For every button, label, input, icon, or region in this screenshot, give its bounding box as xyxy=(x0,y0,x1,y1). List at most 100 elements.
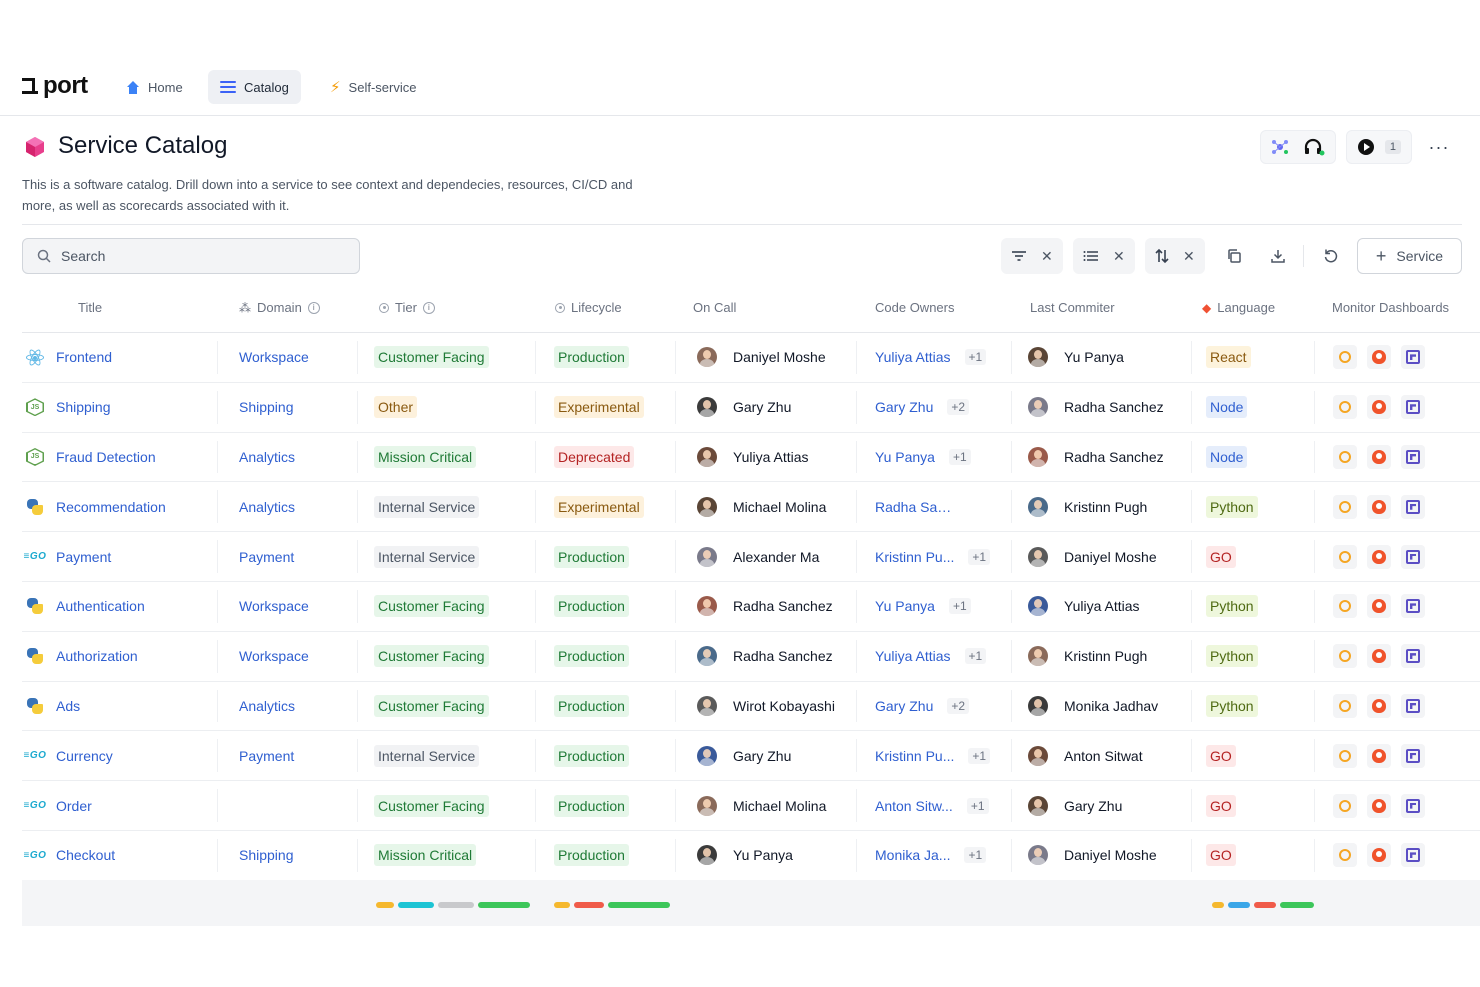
owner-link[interactable]: Yuliya Attias xyxy=(875,349,951,365)
grafana-dashboard-icon[interactable] xyxy=(1333,594,1357,619)
info-icon[interactable]: i xyxy=(307,301,320,314)
column-header-owners[interactable]: Code Owners xyxy=(859,283,1014,332)
datadog-dashboard-icon[interactable] xyxy=(1401,843,1425,868)
table-row[interactable]: Recommendation Analytics Internal Service E… xyxy=(22,482,1480,533)
clear-group-icon[interactable]: ✕ xyxy=(1113,248,1125,265)
nav-tab-home[interactable]: Home xyxy=(114,70,195,104)
datadog-dashboard-icon[interactable] xyxy=(1401,395,1425,420)
grafana-dashboard-icon[interactable] xyxy=(1333,494,1357,519)
clear-filter-icon[interactable]: ✕ xyxy=(1041,248,1053,265)
grafana-dashboard-icon[interactable] xyxy=(1333,395,1357,420)
owner-link[interactable]: Radha Sanchez xyxy=(875,499,957,515)
service-title-link[interactable]: Authorization xyxy=(56,648,138,664)
service-title-link[interactable]: Ads xyxy=(56,698,80,714)
datadog-dashboard-icon[interactable] xyxy=(1401,793,1425,818)
add-service-button[interactable]: + Service xyxy=(1357,238,1462,274)
service-title-link[interactable]: Payment xyxy=(56,549,111,565)
pagerduty-dashboard-icon[interactable] xyxy=(1367,843,1391,868)
domain-link[interactable]: Workspace xyxy=(239,598,309,614)
grafana-dashboard-icon[interactable] xyxy=(1333,345,1357,370)
service-title-link[interactable]: Authentication xyxy=(56,598,145,614)
more-owners-badge[interactable]: +1 xyxy=(968,747,991,764)
service-title-link[interactable]: Currency xyxy=(56,748,113,764)
port-logo[interactable]: port xyxy=(22,72,88,100)
table-row[interactable]: ≡GO Currency Payment Internal Service Produc… xyxy=(22,731,1480,782)
nav-tab-self-service[interactable]: ⚡ Self-service xyxy=(318,70,428,104)
copy-icon[interactable] xyxy=(1218,238,1250,274)
grafana-dashboard-icon[interactable] xyxy=(1333,644,1357,669)
column-header-monitors[interactable]: Monitor Dashboards xyxy=(1317,283,1477,332)
grafana-dashboard-icon[interactable] xyxy=(1333,544,1357,569)
table-row[interactable]: Ads Analytics Customer Facing Production Wir… xyxy=(22,682,1480,732)
owner-link[interactable]: Yu Panya xyxy=(875,449,935,465)
table-row[interactable]: Frontend Workspace Customer Facing Producti… xyxy=(22,333,1480,383)
filter-control[interactable]: ✕ xyxy=(1001,238,1063,274)
pagerduty-dashboard-icon[interactable] xyxy=(1367,494,1391,519)
runs-button[interactable]: 1 xyxy=(1345,130,1412,164)
pagerduty-dashboard-icon[interactable] xyxy=(1367,743,1391,768)
owner-link[interactable]: Monika Ja... xyxy=(875,847,950,863)
datadog-dashboard-icon[interactable] xyxy=(1401,444,1425,469)
service-title-link[interactable]: Frontend xyxy=(56,349,112,365)
grafana-dashboard-icon[interactable] xyxy=(1333,793,1357,818)
datadog-dashboard-icon[interactable] xyxy=(1401,594,1425,619)
more-owners-badge[interactable]: +1 xyxy=(948,598,971,615)
grafana-dashboard-icon[interactable] xyxy=(1333,693,1357,718)
service-title-link[interactable]: Order xyxy=(56,798,92,814)
column-header-domain[interactable]: ⁂ Domain i xyxy=(220,283,360,332)
column-header-title[interactable]: Title xyxy=(22,283,220,332)
service-title-link[interactable]: Recommendation xyxy=(56,499,166,515)
group-by-control[interactable]: ✕ xyxy=(1073,238,1135,274)
owner-link[interactable]: Anton Sitw... xyxy=(875,798,953,814)
datadog-dashboard-icon[interactable] xyxy=(1401,693,1425,718)
datadog-dashboard-icon[interactable] xyxy=(1401,743,1425,768)
more-options-icon[interactable]: ··· xyxy=(1422,130,1456,164)
pagerduty-dashboard-icon[interactable] xyxy=(1367,693,1391,718)
grafana-dashboard-icon[interactable] xyxy=(1333,743,1357,768)
more-owners-badge[interactable]: +1 xyxy=(966,797,989,814)
owner-link[interactable]: Gary Zhu xyxy=(875,698,933,714)
domain-link[interactable]: Workspace xyxy=(239,349,309,365)
more-owners-badge[interactable]: +1 xyxy=(964,349,987,366)
pagerduty-dashboard-icon[interactable] xyxy=(1367,793,1391,818)
service-title-link[interactable]: Shipping xyxy=(56,399,111,415)
refresh-icon[interactable] xyxy=(1315,238,1347,274)
pagerduty-dashboard-icon[interactable] xyxy=(1367,444,1391,469)
pagerduty-dashboard-icon[interactable] xyxy=(1367,594,1391,619)
table-row[interactable]: ≡GO Payment Payment Internal Service Product… xyxy=(22,532,1480,582)
search-input[interactable] xyxy=(61,248,331,264)
integrations-button[interactable] xyxy=(1259,130,1336,164)
clear-sort-icon[interactable]: ✕ xyxy=(1183,248,1195,265)
nav-tab-catalog[interactable]: Catalog xyxy=(208,70,301,104)
datadog-dashboard-icon[interactable] xyxy=(1401,544,1425,569)
table-row[interactable]: JS Shipping Shipping Other Experimental Gary … xyxy=(22,383,1480,433)
pagerduty-dashboard-icon[interactable] xyxy=(1367,395,1391,420)
domain-link[interactable]: Shipping xyxy=(239,399,294,415)
service-title-link[interactable]: Fraud Detection xyxy=(56,449,156,465)
table-row[interactable]: JS Fraud Detection Analytics Mission Critic… xyxy=(22,433,1480,483)
domain-link[interactable]: Analytics xyxy=(239,499,295,515)
more-owners-badge[interactable]: +1 xyxy=(964,648,987,665)
column-header-lifecycle[interactable]: Lifecycle xyxy=(538,283,678,332)
more-owners-badge[interactable]: +1 xyxy=(948,448,971,465)
search-box[interactable] xyxy=(22,238,360,274)
owner-link[interactable]: Gary Zhu xyxy=(875,399,933,415)
owner-link[interactable]: Yuliya Attias xyxy=(875,648,951,664)
info-icon[interactable]: i xyxy=(422,301,435,314)
grafana-dashboard-icon[interactable] xyxy=(1333,444,1357,469)
column-header-tier[interactable]: Tier i xyxy=(360,283,538,332)
domain-link[interactable]: Workspace xyxy=(239,648,309,664)
download-icon[interactable] xyxy=(1262,238,1294,274)
datadog-dashboard-icon[interactable] xyxy=(1401,494,1425,519)
domain-link[interactable]: Payment xyxy=(239,748,294,764)
domain-link[interactable]: Analytics xyxy=(239,698,295,714)
table-row[interactable]: ≡GO Checkout Shipping Mission Critical Produ… xyxy=(22,831,1480,881)
owner-link[interactable]: Yu Panya xyxy=(875,598,935,614)
owner-link[interactable]: Kristinn Pu... xyxy=(875,748,954,764)
grafana-dashboard-icon[interactable] xyxy=(1333,843,1357,868)
pagerduty-dashboard-icon[interactable] xyxy=(1367,644,1391,669)
more-owners-badge[interactable]: +2 xyxy=(947,697,970,714)
table-row[interactable]: Authentication Workspace Customer Facing Pr… xyxy=(22,582,1480,632)
column-header-language[interactable]: ◆ Language xyxy=(1194,283,1317,332)
datadog-dashboard-icon[interactable] xyxy=(1401,345,1425,370)
